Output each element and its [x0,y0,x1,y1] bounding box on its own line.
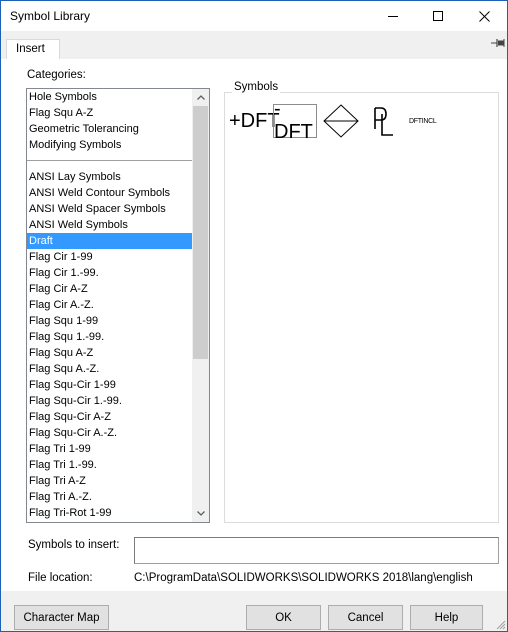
category-item[interactable]: Flag Squ 1.-99. [27,329,193,345]
symbols-label: Symbols [232,81,281,93]
category-item[interactable]: Flag Squ-Cir 1.-99. [27,393,193,409]
button-bar: Character Map OK Cancel Help [1,591,507,631]
category-item[interactable]: ANSI Lay Symbols [27,169,193,185]
category-item[interactable]: Flag Squ A.-Z. [27,361,193,377]
categories-scrollbar[interactable] [192,89,209,522]
category-item[interactable]: Flag Squ A-Z [27,345,193,361]
category-item[interactable]: Draft [27,233,193,249]
maximize-icon [433,11,443,21]
category-item[interactable]: Flag Squ-Cir A-Z [27,409,193,425]
parting-line-icon [374,107,393,136]
symbol-draft-incl-text: DFTINCL [409,117,437,125]
symbol-plus-draft[interactable]: +DFT [229,104,280,138]
symbols-to-insert-input[interactable] [134,537,499,564]
symbol-parting-line[interactable] [372,104,396,138]
pin-button[interactable] [491,38,505,51]
categories-listbox[interactable]: Hole Symbols Flag Squ A-Z Geometric Tolera… [26,88,210,523]
category-item[interactable]: Flag Cir A.-Z. [27,297,193,313]
category-item[interactable]: Flag Squ-Cir A.-Z. [27,425,193,441]
symbol-minus-draft-text: -DFT [274,98,313,143]
category-item[interactable]: ANSI Weld Symbols [27,217,193,233]
categories-label: Categories: [27,69,86,81]
category-item[interactable]: ANSI Weld Spacer Symbols [27,201,193,217]
tab-insert-label: Insert [16,43,45,55]
category-item[interactable]: Flag Cir 1.-99. [27,265,193,281]
category-item[interactable]: Flag Cir A-Z [27,281,193,297]
ok-button[interactable]: OK [246,605,321,630]
diamond-icon [323,104,359,138]
category-item[interactable]: Flag Squ-Cir 1-99 [27,377,193,393]
category-item[interactable]: Flag Squ 1-99 [27,313,193,329]
minimize-button[interactable] [370,1,416,31]
chevron-up-icon [196,95,205,100]
category-item[interactable]: Flag Tri 1-99 [27,441,193,457]
insert-panel: Categories: Hole Symbols Flag Squ A-Z Geom… [1,59,507,599]
close-button[interactable] [461,1,507,31]
resize-grip-icon[interactable] [494,618,506,630]
symbols-groupbox [224,92,499,523]
scroll-thumb[interactable] [193,106,208,359]
file-location-value: C:\ProgramData\SOLIDWORKS\SOLIDWORKS 201… [134,572,473,584]
cancel-button[interactable]: Cancel [328,605,403,630]
list-separator [27,153,193,169]
category-item[interactable]: Modifying Symbols [27,137,193,153]
symbol-library-dialog: Symbol Library Insert Categories: Hole S… [0,0,508,632]
maximize-button[interactable] [415,1,461,31]
chevron-down-icon [196,511,205,516]
symbol-plus-draft-text: +DFT [229,109,280,132]
category-item[interactable]: Flag Tri 1.-99. [27,457,193,473]
category-item[interactable]: Flag Cir 1-99 [27,249,193,265]
category-item[interactable]: Flag Tri A-Z [27,473,193,489]
category-item[interactable]: Geometric Tolerancing [27,121,193,137]
categories-list: Hole Symbols Flag Squ A-Z Geometric Tolera… [27,89,193,521]
scroll-up-button[interactable] [192,89,209,106]
category-item[interactable]: Flag Tri-Rot 1-99 [27,505,193,521]
category-item[interactable]: Hole Symbols [27,89,193,105]
category-item[interactable]: Flag Tri A.-Z. [27,489,193,505]
category-item[interactable]: Flag Squ A-Z [27,105,193,121]
window-title: Symbol Library [10,9,91,23]
tab-strip: Insert [1,31,507,60]
symbol-minus-draft[interactable]: -DFT [273,98,317,143]
symbols-grid: +DFT -DFT DFTINCL [227,98,497,143]
minimize-icon [388,16,398,17]
character-map-button[interactable]: Character Map [14,605,109,630]
title-bar[interactable]: Symbol Library [1,1,507,31]
tab-insert[interactable]: Insert [6,39,60,60]
help-button[interactable]: Help [410,605,483,630]
symbol-draft-incl[interactable]: DFTINCL [409,104,437,138]
close-icon [478,10,490,22]
pin-icon [491,39,505,47]
symbols-to-insert-label: Symbols to insert: [28,539,120,551]
symbol-diamond-draft[interactable] [322,104,360,138]
file-location-label: File location: [28,572,93,584]
category-item[interactable]: ANSI Weld Contour Symbols [27,185,193,201]
scroll-down-button[interactable] [192,505,209,522]
